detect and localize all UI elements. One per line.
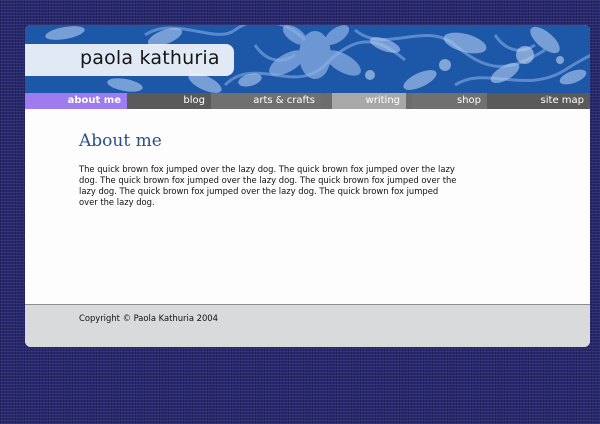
nav-item-blog[interactable]: blog xyxy=(127,93,211,109)
site-title[interactable]: paola kathuria xyxy=(80,47,220,69)
nav-item-site-map[interactable]: site map xyxy=(487,93,590,109)
page-heading: About me xyxy=(79,131,162,151)
header-banner: paola kathuria xyxy=(25,25,590,93)
body-paragraph: The quick brown fox jumped over the lazy… xyxy=(79,164,457,207)
site-title-box: paola kathuria xyxy=(25,44,234,76)
nav-item-arts-crafts[interactable]: arts & crafts xyxy=(211,93,321,109)
nav-bar: about me blog arts & crafts writing shop… xyxy=(25,93,590,109)
nav-item-about-me[interactable]: about me xyxy=(25,93,127,109)
nav-item-writing[interactable]: writing xyxy=(332,93,406,109)
nav-item-shop[interactable]: shop xyxy=(412,93,487,109)
main-content: About me The quick brown fox jumped over… xyxy=(25,109,590,304)
footer: Copyright © Paola Kathuria 2004 xyxy=(25,304,590,347)
page-container: paola kathuria about me blog arts & craf… xyxy=(25,25,590,347)
copyright-text: Copyright © Paola Kathuria 2004 xyxy=(79,313,218,323)
